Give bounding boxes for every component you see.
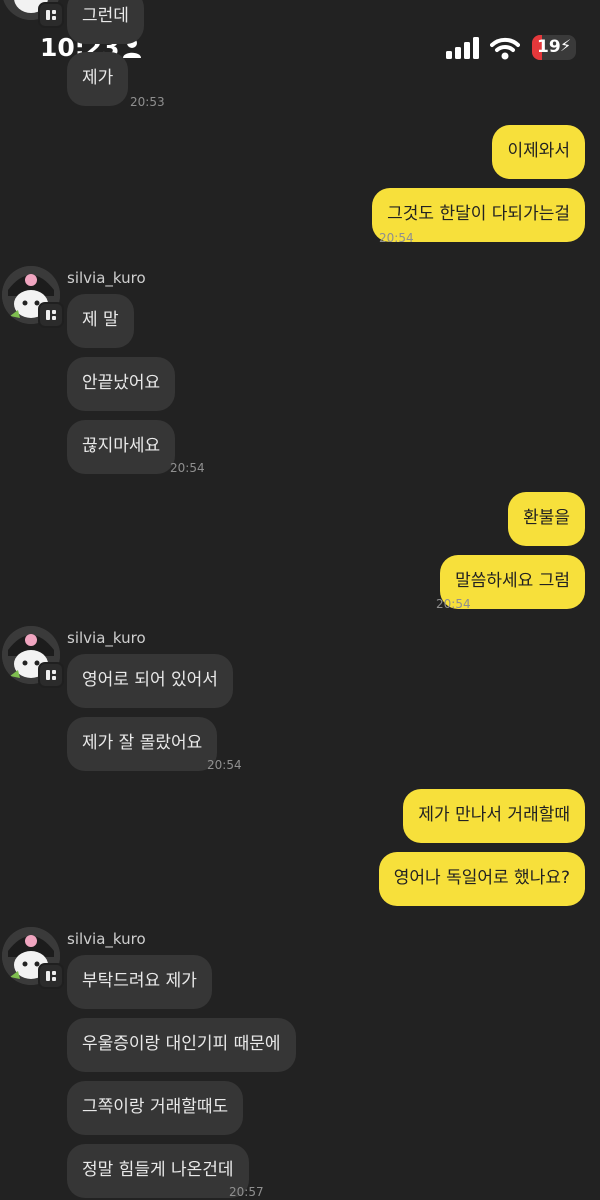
message-timestamp: 20:54 bbox=[436, 597, 471, 611]
outgoing-message: 영어나 독일어로 했나요? bbox=[378, 852, 585, 906]
sender-name: silvia_kuro bbox=[67, 269, 146, 287]
incoming-message: 정말 힘들게 나온건데 bbox=[67, 1144, 249, 1198]
profile-badge-icon bbox=[38, 662, 64, 688]
signal-bars-icon bbox=[446, 37, 479, 59]
profile-badge-icon bbox=[38, 302, 64, 328]
incoming-message: 제가 bbox=[67, 52, 129, 106]
battery-level: 19 bbox=[537, 37, 561, 57]
incoming-message: 안끝났어요 bbox=[67, 357, 176, 411]
incoming-message: 우울증이랑 대인기피 때문에 bbox=[67, 1018, 296, 1072]
profile-badge-icon bbox=[38, 963, 64, 989]
sender-name: silvia_kuro bbox=[67, 930, 146, 948]
sender-name: silvia_kuro bbox=[67, 629, 146, 647]
outgoing-message: 환불을 bbox=[508, 492, 585, 546]
incoming-message: 제 말 bbox=[67, 294, 134, 348]
incoming-message: 그런데 bbox=[67, 0, 144, 44]
message-timestamp: 20:53 bbox=[130, 95, 165, 109]
outgoing-message: 제가 만나서 거래할때 bbox=[403, 789, 585, 843]
incoming-message: 제가 잘 몰랐어요 bbox=[67, 717, 218, 771]
outgoing-message: 이제와서 bbox=[492, 125, 585, 179]
message-timestamp: 20:54 bbox=[170, 461, 205, 475]
message-timestamp: 20:57 bbox=[229, 1185, 264, 1199]
incoming-message: 그쪽이랑 거래할때도 bbox=[67, 1081, 244, 1135]
battery-charging-icon: 19 ⚡ bbox=[532, 35, 576, 60]
incoming-message: 영어로 되어 있어서 bbox=[67, 654, 233, 708]
message-timestamp: 20:54 bbox=[379, 231, 414, 245]
profile-badge-icon bbox=[38, 2, 64, 28]
message-timestamp: 20:54 bbox=[207, 758, 242, 772]
incoming-message: 끊지마세요 bbox=[67, 420, 176, 474]
incoming-message: 부탁드려요 제가 bbox=[67, 955, 212, 1009]
wifi-icon bbox=[490, 37, 520, 60]
